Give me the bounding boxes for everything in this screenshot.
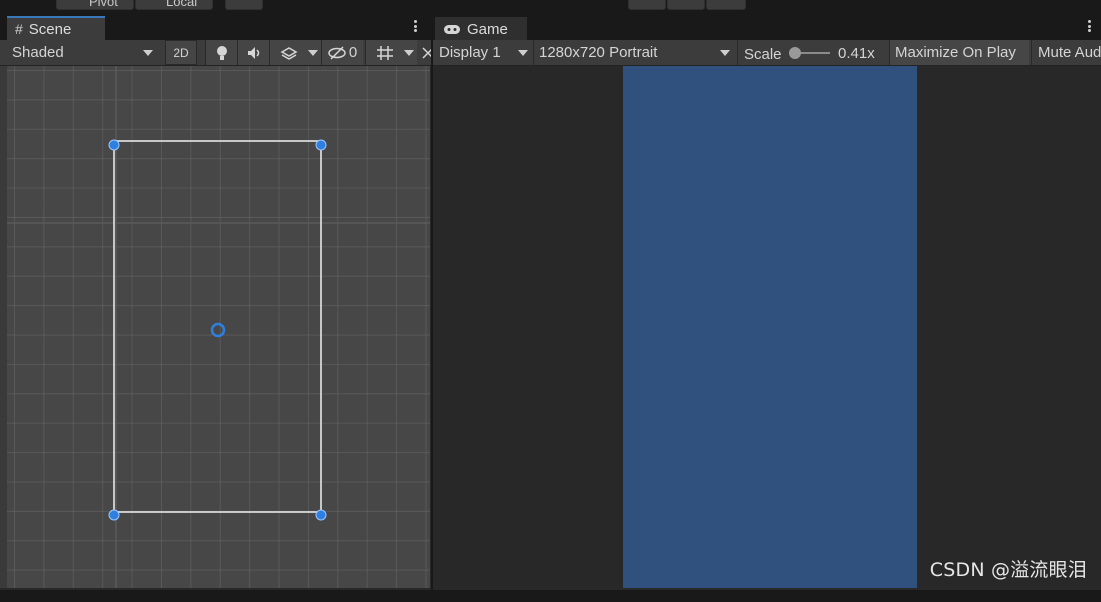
pivot-label: Pivot bbox=[89, 0, 118, 9]
mode-2d-label: 2D bbox=[173, 45, 189, 60]
effects-icon bbox=[279, 46, 298, 60]
effects-dropdown[interactable] bbox=[269, 40, 321, 65]
resize-handle bbox=[108, 139, 120, 151]
pause-button[interactable] bbox=[667, 0, 705, 10]
shading-mode-dropdown[interactable]: Shaded bbox=[7, 40, 159, 65]
scene-tabbar: # Scene bbox=[0, 14, 431, 40]
local-label: Local bbox=[166, 0, 198, 9]
audio-toggle[interactable] bbox=[237, 40, 269, 65]
gizmos-button[interactable] bbox=[421, 40, 431, 65]
main-toolbar: Pivot Local bbox=[0, 0, 1101, 14]
resolution-dropdown[interactable]: 1280x720 Portrait bbox=[533, 40, 734, 65]
pivot-button[interactable]: Pivot bbox=[56, 0, 134, 10]
chevron-down-icon bbox=[720, 50, 730, 56]
scale-slider-thumb[interactable] bbox=[789, 47, 801, 59]
bottom-strip bbox=[0, 590, 1101, 602]
scene-viewport[interactable] bbox=[7, 66, 430, 588]
resize-handle bbox=[108, 509, 120, 521]
game-menu-icon[interactable] bbox=[1086, 18, 1092, 34]
game-tabbar: Game bbox=[433, 14, 1101, 41]
canvas-rect bbox=[113, 140, 322, 513]
step-button[interactable] bbox=[706, 0, 746, 10]
hash-icon: # bbox=[15, 21, 23, 37]
chevron-down-icon bbox=[308, 50, 318, 56]
grid-dropdown[interactable] bbox=[365, 40, 417, 65]
maximize-on-play-label: Maximize On Play bbox=[895, 44, 1016, 61]
lighting-toggle[interactable] bbox=[205, 40, 237, 65]
tab-game[interactable]: Game bbox=[435, 17, 527, 41]
gizmos-icon bbox=[422, 46, 431, 59]
scale-control: Scale 0.41x bbox=[737, 40, 889, 65]
display-label: Display 1 bbox=[439, 44, 501, 61]
mode-2d-button[interactable]: 2D bbox=[165, 40, 197, 65]
scale-label: Scale bbox=[744, 46, 782, 63]
tools-button[interactable] bbox=[4, 0, 44, 10]
tab-scene[interactable]: # Scene bbox=[7, 16, 105, 40]
game-render-area bbox=[623, 66, 917, 588]
lightbulb-icon bbox=[216, 45, 227, 60]
snap-button[interactable] bbox=[225, 0, 263, 10]
game-viewport[interactable] bbox=[433, 66, 1101, 588]
scene-toolbar: Shaded 2D 0 bbox=[0, 40, 431, 66]
game-toolbar: Display 1 1280x720 Portrait Scale 0.41x … bbox=[433, 40, 1101, 66]
local-button[interactable]: Local bbox=[135, 0, 213, 10]
resize-handle bbox=[315, 509, 327, 521]
resolution-label: 1280x720 Portrait bbox=[539, 44, 658, 61]
panel-divider[interactable] bbox=[431, 14, 433, 590]
maximize-on-play-toggle[interactable]: Maximize On Play bbox=[889, 40, 1029, 65]
audio-icon bbox=[247, 46, 259, 59]
scene-panel: # Scene Shaded 2D 0 bbox=[0, 14, 431, 590]
play-button[interactable] bbox=[628, 0, 666, 10]
display-dropdown[interactable]: Display 1 bbox=[433, 40, 531, 65]
mute-audio-toggle[interactable]: Mute Aud bbox=[1031, 40, 1101, 65]
scale-value: 0.41x bbox=[838, 45, 875, 62]
shading-mode-label: Shaded bbox=[12, 44, 64, 61]
visibility-icon bbox=[328, 45, 346, 60]
game-panel: Game Display 1 1280x720 Portrait Scale 0… bbox=[433, 14, 1101, 590]
pivot-icon bbox=[210, 322, 226, 338]
hidden-objects-toggle[interactable]: 0 bbox=[321, 40, 363, 65]
watermark-text: CSDN @溢流眼泪 bbox=[929, 559, 1087, 581]
chevron-down-icon bbox=[143, 50, 153, 56]
tools-icon bbox=[4, 0, 44, 6]
canvas-gizmo bbox=[7, 66, 430, 588]
chevron-down-icon bbox=[404, 50, 414, 56]
scale-slider[interactable] bbox=[789, 47, 830, 59]
mute-audio-label: Mute Aud bbox=[1038, 44, 1101, 61]
hidden-objects-count: 0 bbox=[348, 44, 358, 61]
scene-menu-icon[interactable] bbox=[412, 18, 418, 34]
gamepad-icon bbox=[444, 25, 460, 34]
resize-handle bbox=[315, 139, 327, 151]
chevron-down-icon bbox=[518, 50, 528, 56]
scene-left-edge bbox=[0, 66, 7, 588]
scene-tab-label: Scene bbox=[28, 20, 72, 38]
game-tab-label: Game bbox=[467, 20, 508, 38]
grid-icon bbox=[376, 45, 393, 60]
